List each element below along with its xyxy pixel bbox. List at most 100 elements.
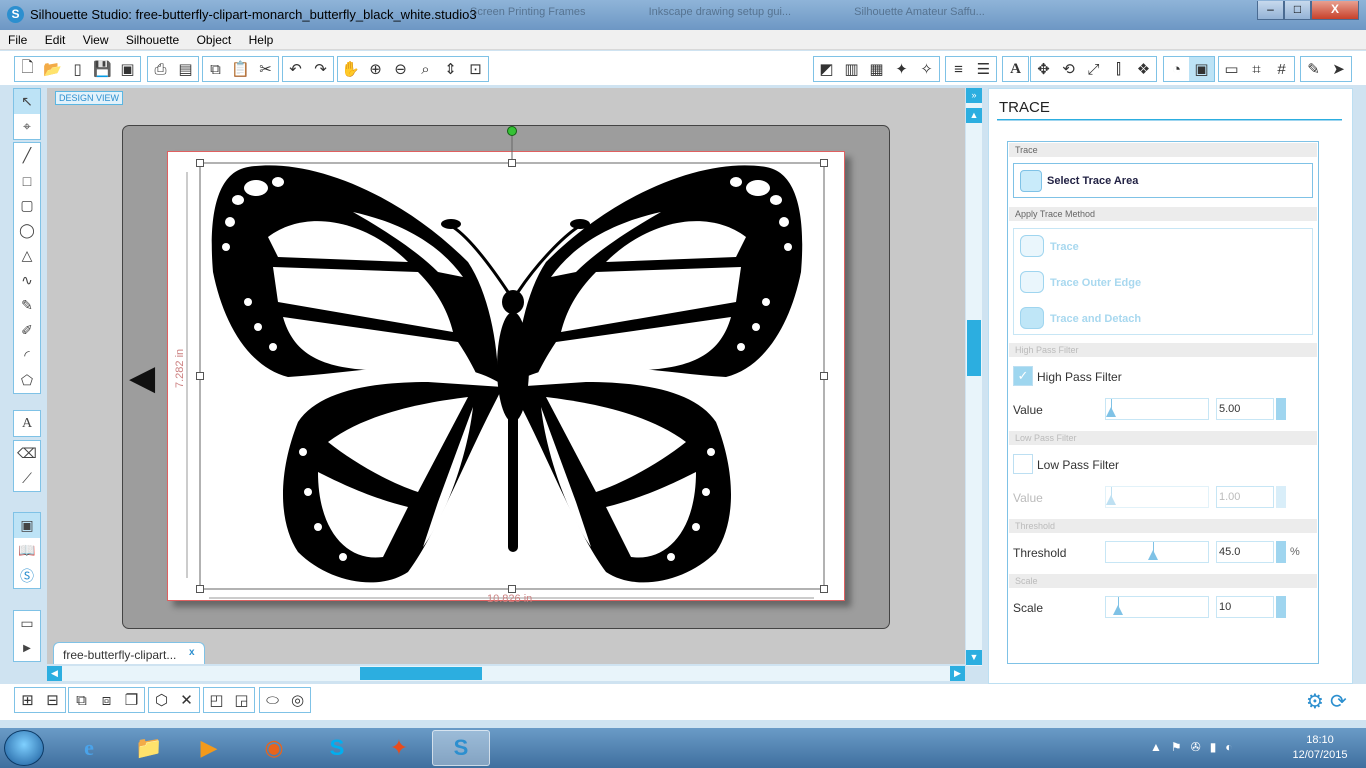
line-color-icon[interactable]: ≡ — [946, 57, 971, 81]
zoom-out-icon[interactable]: ⊖ — [388, 57, 413, 81]
low-pass-value-field[interactable]: 1.00 — [1216, 486, 1274, 508]
low-pass-slider[interactable] — [1105, 486, 1209, 508]
line-style-icon[interactable]: ☰ — [971, 57, 996, 81]
scroll-right-icon[interactable]: ▶ — [950, 666, 965, 681]
regular-polygon-icon[interactable]: ⬠ — [14, 368, 40, 393]
resize-handle[interactable] — [196, 585, 204, 593]
grid-icon[interactable]: # — [1269, 57, 1294, 81]
zoom-select-icon[interactable]: ⌕ — [413, 57, 438, 81]
zoom-drag-icon[interactable]: ⇕ — [438, 57, 463, 81]
offset-icon[interactable]: ◔ — [1164, 57, 1189, 81]
scale-icon[interactable]: ⤢ — [1081, 57, 1106, 81]
threshold-value-field[interactable]: 45.0 — [1216, 541, 1274, 563]
resize-handle[interactable] — [820, 372, 828, 380]
trace-button[interactable]: Trace — [1018, 233, 1308, 259]
rotation-handle[interactable] — [507, 126, 517, 136]
rhinestone-icon[interactable]: ✧ — [914, 57, 939, 81]
scale-spinner[interactable] — [1276, 596, 1286, 618]
rotate-icon[interactable]: ⟲ — [1056, 57, 1081, 81]
resize-handle[interactable] — [196, 372, 204, 380]
media-player-icon[interactable]: ▶ — [180, 730, 238, 766]
resize-handle[interactable] — [508, 159, 516, 167]
firefox-icon[interactable]: ◉ — [245, 730, 303, 766]
redo-icon[interactable]: ↷ — [308, 57, 333, 81]
resize-handle[interactable] — [820, 159, 828, 167]
slider-knob[interactable] — [1106, 407, 1116, 417]
slider-knob[interactable] — [1113, 605, 1123, 615]
online-store-icon[interactable]: Ⓢ — [14, 563, 40, 588]
low-pass-spinner[interactable] — [1276, 486, 1286, 508]
release-compound-icon[interactable]: ⧈ — [94, 688, 119, 712]
print-icon[interactable]: ⎙ — [148, 57, 173, 81]
pan-hand-icon[interactable]: ✋ — [338, 57, 363, 81]
internet-explorer-icon[interactable]: e — [60, 730, 118, 766]
silhouette-studio-task[interactable]: S — [432, 730, 490, 766]
horizontal-scroll-thumb[interactable] — [360, 667, 482, 680]
document-tab[interactable]: free-butterfly-clipart... x — [53, 642, 205, 664]
save-icon[interactable]: 💾 — [90, 57, 115, 81]
new-file-icon[interactable]: 🗋 — [15, 57, 40, 81]
save-library-icon[interactable]: ▣ — [115, 57, 140, 81]
refresh-icon[interactable]: ⟳ — [1330, 689, 1347, 714]
threshold-slider[interactable] — [1105, 541, 1209, 563]
high-pass-spinner[interactable] — [1276, 398, 1286, 420]
resize-handle[interactable] — [196, 159, 204, 167]
replicate-icon[interactable]: ❖ — [1131, 57, 1156, 81]
knife-icon[interactable]: ⟋ — [14, 466, 40, 491]
polygon-tool-icon[interactable]: △ — [14, 243, 40, 268]
scale-slider[interactable] — [1105, 596, 1209, 618]
group-icon[interactable]: ⊞ — [15, 688, 40, 712]
start-button[interactable] — [4, 730, 44, 766]
inkscape-icon[interactable]: ✦ — [370, 730, 428, 766]
menu-silhouette[interactable]: Silhouette — [118, 30, 185, 47]
bring-to-front-icon[interactable]: ◰ — [204, 688, 229, 712]
zoom-in-icon[interactable]: ⊕ — [363, 57, 388, 81]
system-tray-icons[interactable]: ▲⚑✇▮◐ — [1150, 740, 1242, 754]
scroll-up-icon[interactable]: ▲ — [966, 108, 982, 123]
document-tab-close[interactable]: x — [189, 647, 195, 658]
design-canvas[interactable]: DESIGN VIEW 10.826 in 7.282 in ◀ — [47, 88, 965, 664]
copy-icon[interactable]: ⧉ — [203, 57, 228, 81]
fill-color-icon[interactable]: ◩ — [814, 57, 839, 81]
duplicate-icon[interactable]: ⬡ — [149, 688, 174, 712]
ungroup-icon[interactable]: ⊟ — [40, 688, 65, 712]
text-tool-icon[interactable]: A — [14, 411, 40, 436]
select-trace-area-button[interactable]: Select Trace Area — [1013, 163, 1313, 198]
line-tool-icon[interactable]: ╱ — [14, 143, 40, 168]
file-explorer-icon[interactable]: 📁 — [120, 730, 178, 766]
scroll-down-icon[interactable]: ▼ — [966, 650, 982, 665]
menu-help[interactable]: Help — [241, 30, 280, 47]
freehand-tool-icon[interactable]: ✎ — [14, 293, 40, 318]
maximize-button[interactable]: □ — [1284, 1, 1311, 20]
undo-icon[interactable]: ↶ — [283, 57, 308, 81]
rounded-rect-tool-icon[interactable]: ▢ — [14, 193, 40, 218]
trace-and-detach-button[interactable]: Trace and Detach — [1018, 305, 1308, 331]
eraser-icon[interactable]: ⌫ — [14, 441, 40, 466]
fit-to-page-icon[interactable]: ⊡ — [463, 57, 488, 81]
vertical-scroll-thumb[interactable] — [967, 320, 981, 376]
delete-icon[interactable]: ✕ — [174, 688, 199, 712]
scroll-left-icon[interactable]: ◀ — [47, 666, 62, 681]
scale-value-field[interactable]: 10 — [1216, 596, 1274, 618]
select-arrow-icon[interactable]: ↖ — [14, 89, 40, 114]
fill-shape-icon[interactable]: ⬭ — [260, 688, 285, 712]
send-icon[interactable]: ➤ — [1326, 57, 1351, 81]
sketch-icon[interactable]: ✦ — [889, 57, 914, 81]
clock[interactable]: 18:10 12/07/2015 — [1285, 733, 1355, 763]
point-edit-icon[interactable]: ⌖ — [14, 114, 40, 139]
close-button[interactable]: X — [1311, 1, 1359, 20]
page-setup-icon[interactable]: ▭ — [1219, 57, 1244, 81]
arc-tool-icon[interactable]: ◜ — [14, 343, 40, 368]
library-icon[interactable]: ▯ — [65, 57, 90, 81]
skype-icon[interactable]: S — [308, 730, 366, 766]
ellipse-tool-icon[interactable]: ◯ — [14, 218, 40, 243]
rectangle-tool-icon[interactable]: □ — [14, 168, 40, 193]
move-icon[interactable]: ✥ — [1031, 57, 1056, 81]
fill-pattern-icon[interactable]: ▦ — [864, 57, 889, 81]
menu-view[interactable]: View — [75, 30, 115, 47]
compound-path-icon[interactable]: ❐ — [119, 688, 144, 712]
play-icon[interactable]: ▶ — [14, 636, 40, 661]
trace-outer-edge-button[interactable]: Trace Outer Edge — [1018, 269, 1308, 295]
curve-tool-icon[interactable]: ∿ — [14, 268, 40, 293]
menu-file[interactable]: File — [0, 30, 33, 47]
